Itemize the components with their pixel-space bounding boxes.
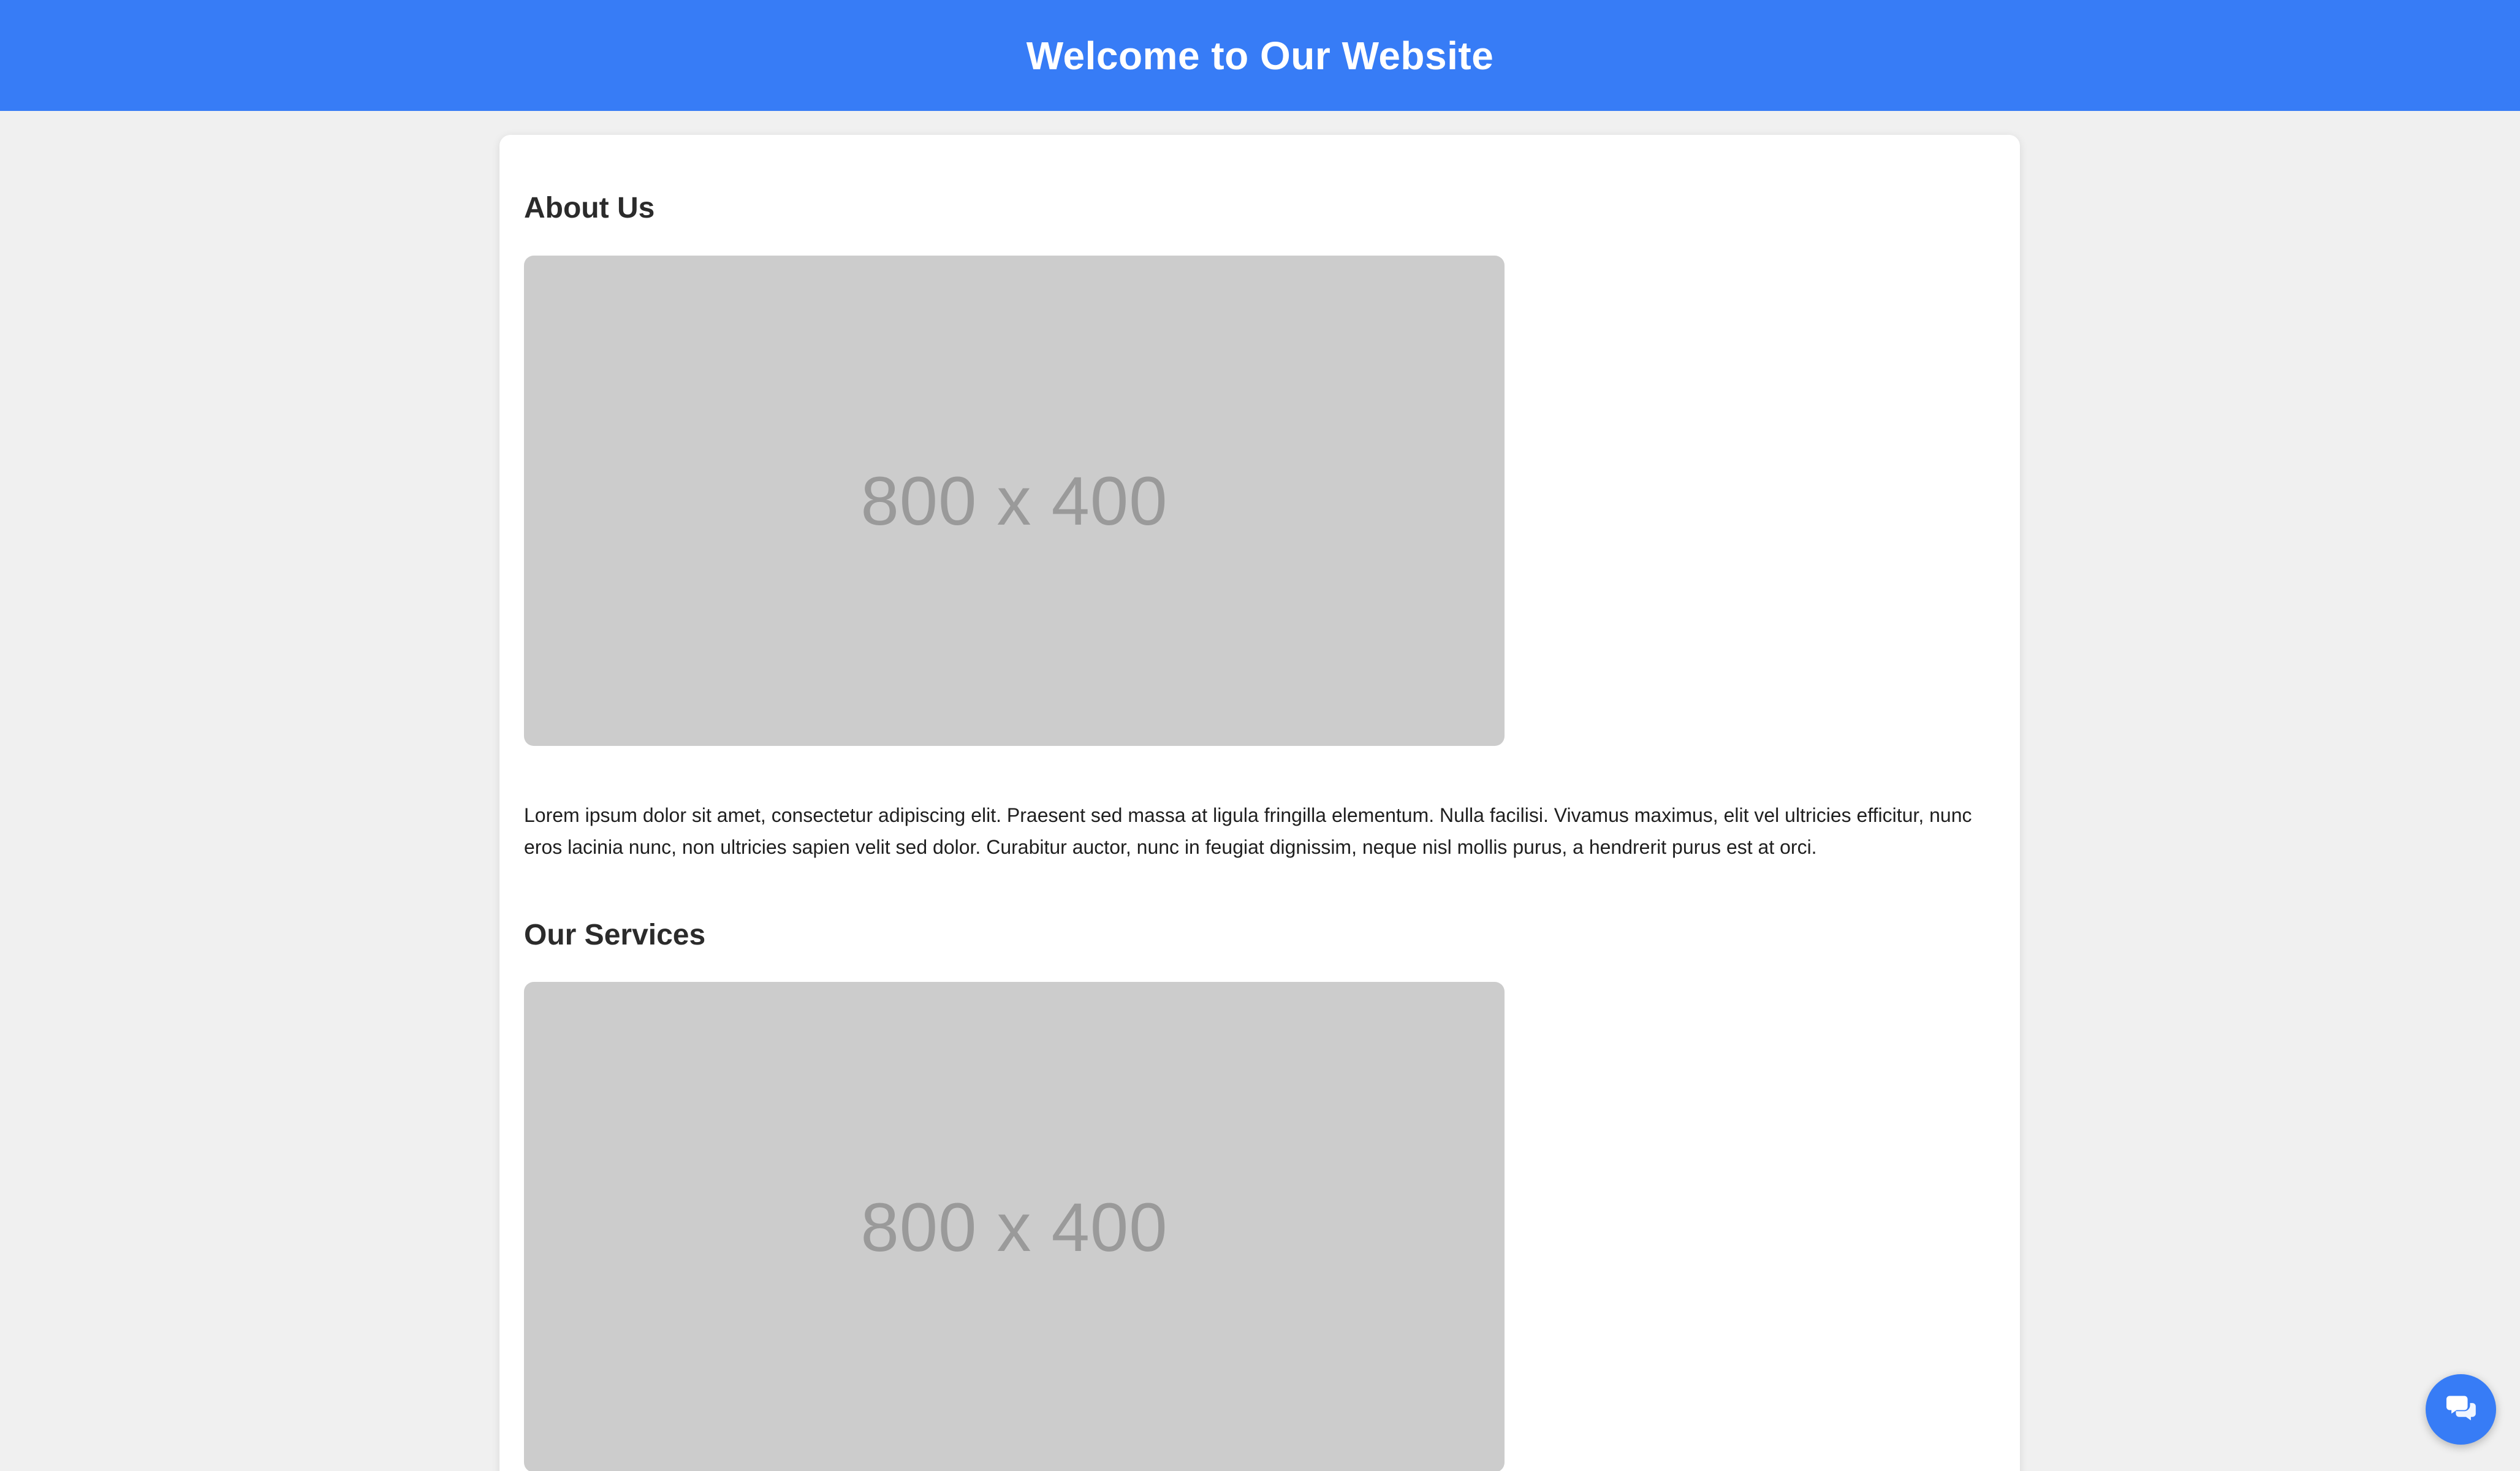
about-image-label: 800 x 400: [860, 462, 1168, 539]
site-header: Welcome to Our Website: [0, 0, 2520, 111]
chat-button[interactable]: [2426, 1374, 2496, 1445]
chat-bubbles-icon: [2444, 1391, 2478, 1427]
content-card: About Us 800 x 400 Lorem ipsum dolor sit…: [499, 135, 2020, 1471]
services-image: 800 x 400: [524, 982, 1505, 1471]
about-image: 800 x 400: [524, 256, 1505, 746]
about-heading: About Us: [524, 192, 655, 224]
page-title: Welcome to Our Website: [1026, 33, 1494, 78]
services-image-label: 800 x 400: [860, 1188, 1168, 1266]
about-text: Lorem ipsum dolor sit amet, consectetur …: [524, 804, 1972, 858]
services-heading: Our Services: [524, 919, 706, 951]
